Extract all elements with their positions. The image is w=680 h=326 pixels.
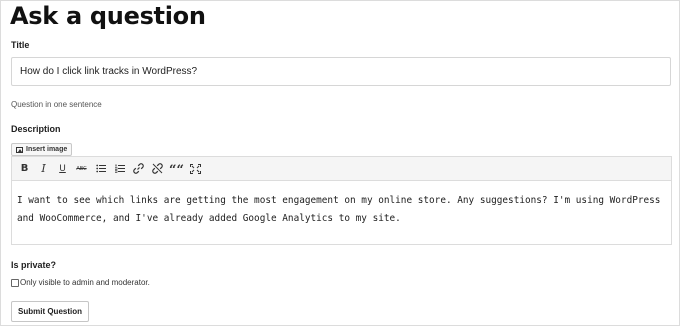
strikethrough-button[interactable]: ABC (72, 159, 91, 179)
numbered-list-button[interactable] (110, 159, 129, 179)
numbered-list-icon (114, 164, 125, 173)
title-label: Title (11, 40, 30, 50)
editor-toolbar: B I U ABC “ “ (12, 157, 671, 181)
insert-image-button[interactable]: Insert image (11, 143, 73, 156)
image-icon (16, 146, 23, 153)
italic-button[interactable]: I (34, 159, 53, 179)
description-label: Description (11, 124, 61, 134)
submit-question-button[interactable]: Submit Question (11, 301, 89, 322)
bold-button[interactable]: B (15, 159, 34, 179)
bulleted-list-button[interactable] (91, 159, 110, 179)
quote-icon-2: “ (176, 162, 184, 178)
title-hint: Question in one sentence (11, 100, 102, 109)
private-checkbox-label: Only visible to admin and moderator. (20, 278, 150, 287)
description-content[interactable]: I want to see which links are getting th… (12, 181, 671, 228)
private-option: Only visible to admin and moderator. (11, 278, 150, 287)
underline-button[interactable]: U (53, 159, 72, 179)
description-editor: B I U ABC “ “ I want to see which links … (11, 156, 672, 245)
private-label: Is private? (11, 260, 57, 270)
bulleted-list-icon (95, 164, 106, 173)
title-input[interactable] (11, 57, 671, 86)
quote-icon: “ (169, 162, 177, 178)
page-title: Ask a question (10, 2, 206, 30)
fullscreen-icon (190, 163, 201, 174)
unlink-button[interactable] (148, 159, 167, 179)
link-icon (133, 163, 144, 174)
unlink-icon (152, 163, 163, 174)
fullscreen-button[interactable] (186, 159, 205, 179)
ask-question-form: Ask a question Title Question in one sen… (0, 0, 680, 326)
insert-image-label: Insert image (26, 146, 68, 153)
blockquote-button[interactable]: ““ (167, 159, 186, 179)
link-button[interactable] (129, 159, 148, 179)
private-checkbox[interactable] (11, 278, 19, 287)
